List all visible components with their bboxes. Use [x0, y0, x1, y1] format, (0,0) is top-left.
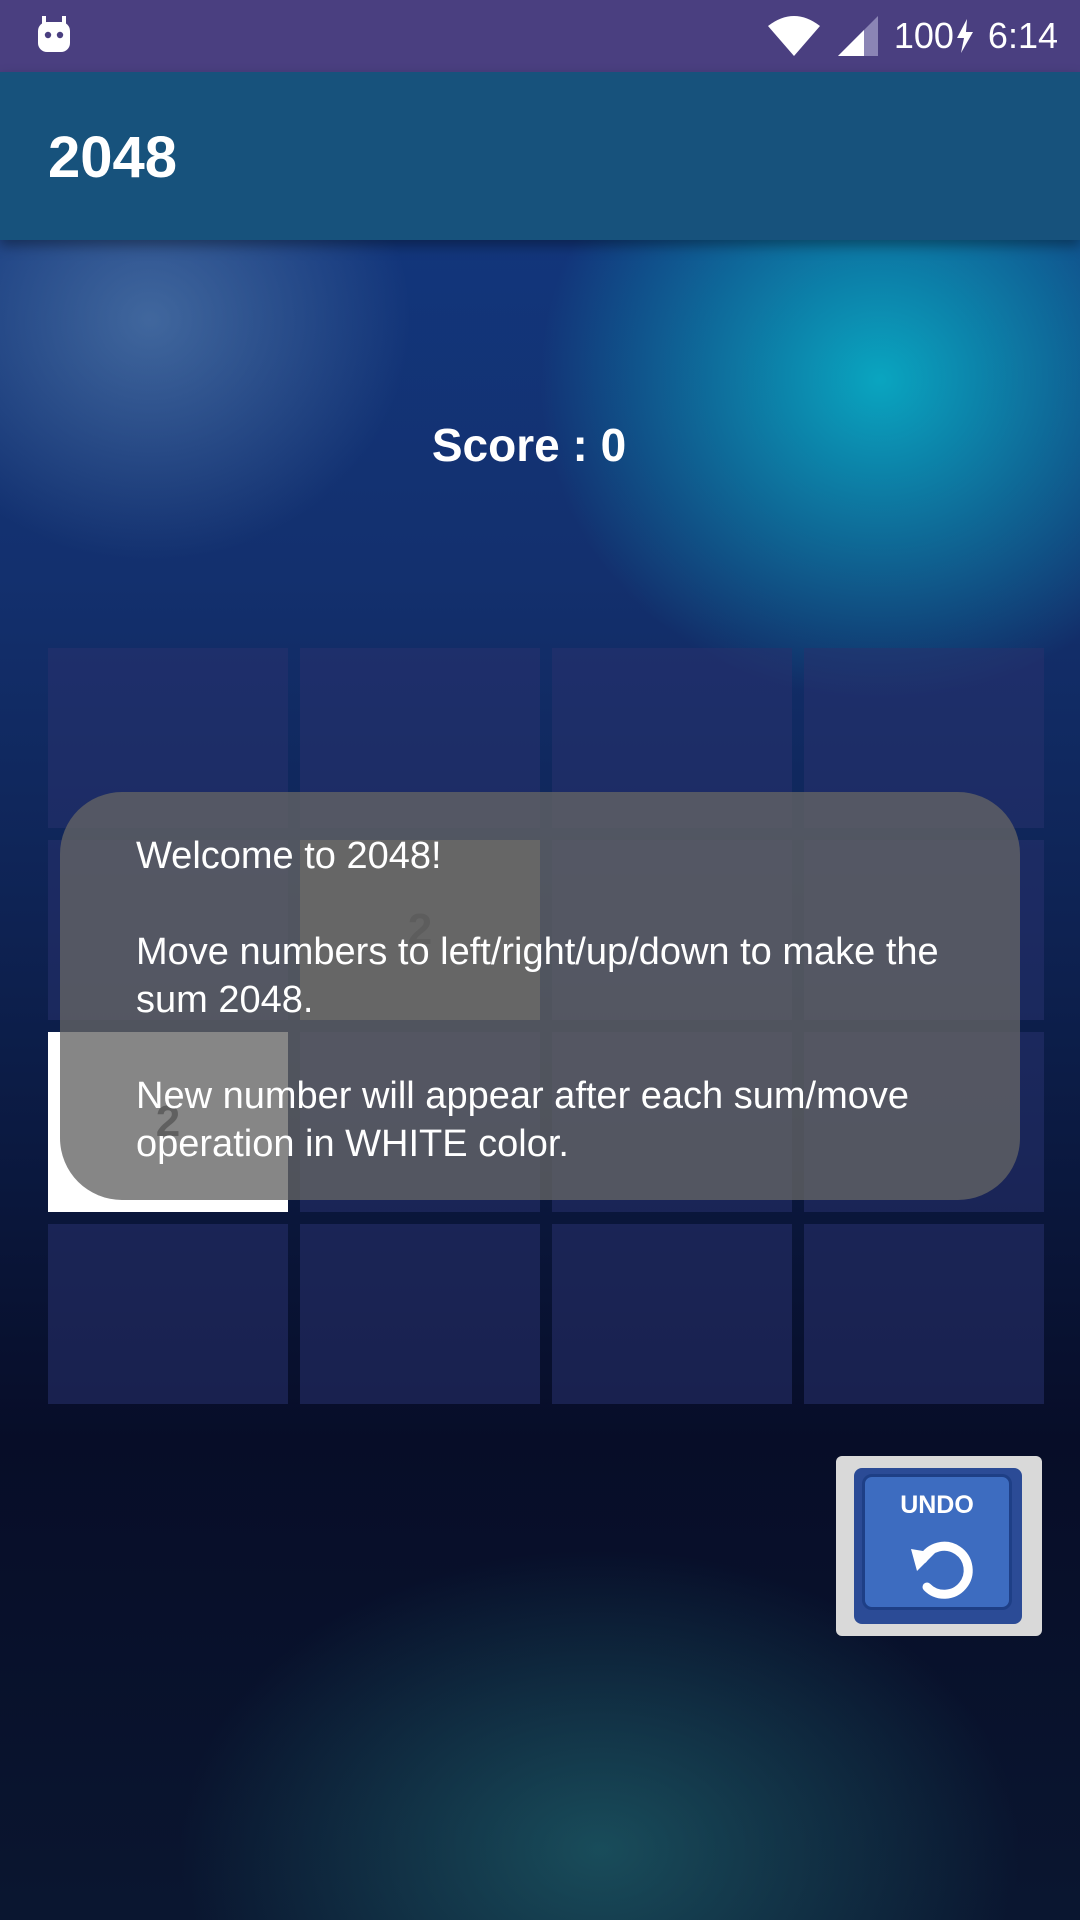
clock: 6:14: [987, 15, 1058, 56]
status-bar: 100 6:14: [0, 0, 1080, 72]
grid-cell: [300, 1224, 540, 1404]
android-notification-icon: [38, 16, 70, 52]
toast-line-welcome: Welcome to 2048!: [136, 835, 442, 877]
wifi-icon: [767, 16, 820, 56]
score-label: Score : 0: [431, 419, 627, 471]
app-bar: 2048: [0, 72, 1080, 240]
grid-cell: [48, 1224, 288, 1404]
toast-line-new-number: New number will appear after each sum/mo…: [136, 1075, 910, 1165]
battery-level: 100: [893, 15, 954, 56]
undo-arrow-icon: [911, 1541, 973, 1599]
battery-charging-icon: [956, 19, 973, 53]
undo-label: UNDO: [900, 1491, 974, 1519]
app-title: 2048: [48, 125, 178, 190]
undo-button-face: UNDO: [854, 1468, 1022, 1624]
undo-button[interactable]: UNDO: [836, 1456, 1042, 1636]
undo-button-key: UNDO: [862, 1474, 1012, 1610]
grid-cell: [552, 1224, 792, 1404]
battery-indicator: 100: [894, 15, 974, 57]
grid-cell: [804, 1224, 1044, 1404]
toast-line-instructions: Move numbers to left/right/up/down to ma…: [136, 931, 939, 1021]
signal-icon: [837, 16, 878, 56]
status-icons: 100 6:14: [766, 0, 1058, 72]
welcome-toast: Welcome to 2048! Move numbers to left/ri…: [60, 792, 1020, 1200]
